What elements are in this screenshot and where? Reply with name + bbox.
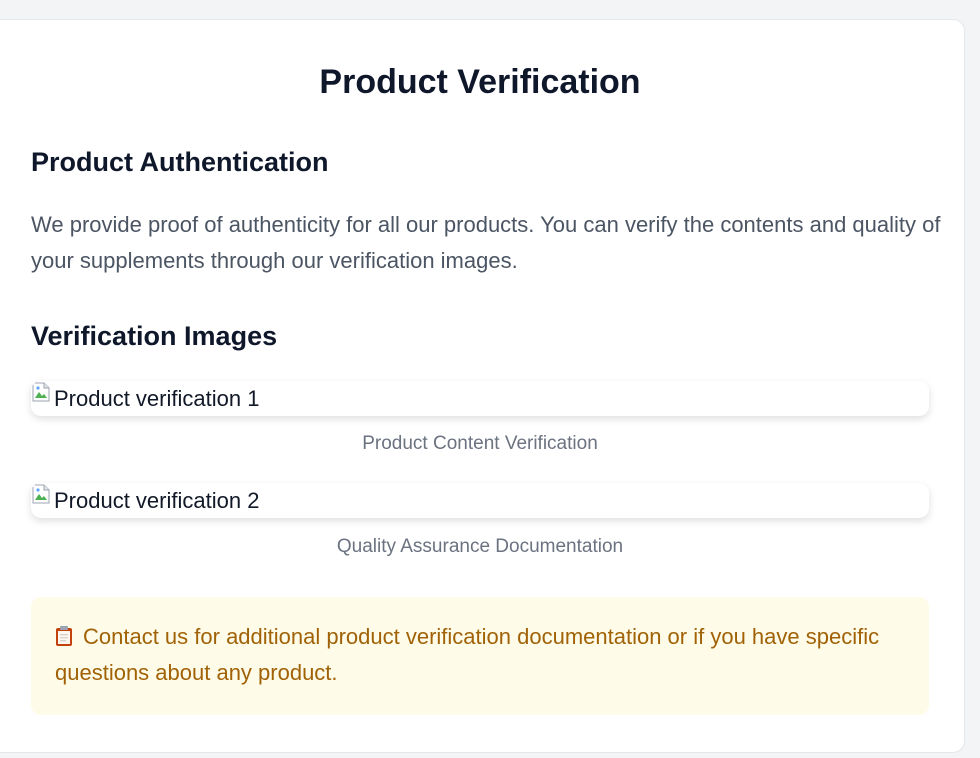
image-caption: Quality Assurance Documentation [336, 536, 624, 557]
verification-image-2: Product verification 2 [31, 483, 929, 518]
broken-image-icon [32, 484, 50, 504]
verification-images-heading: Verification Images [31, 321, 278, 351]
image-alt-text: Product verification 2 [54, 488, 260, 513]
broken-image-icon [32, 382, 50, 402]
image-alt-text: Product verification 1 [54, 386, 260, 411]
notice-text: Contact us for additional product verifi… [55, 624, 880, 685]
contact-notice: Contact us for additional product verifi… [31, 597, 929, 715]
image-caption: Product Content Verification [362, 433, 598, 454]
authentication-text: We provide proof of authenticity for all… [31, 212, 941, 273]
clipboard-icon [56, 626, 72, 646]
page-title: Product Verification [319, 63, 641, 101]
authentication-heading: Product Authentication [31, 147, 329, 177]
verification-image-1: Product verification 1 [31, 381, 929, 416]
